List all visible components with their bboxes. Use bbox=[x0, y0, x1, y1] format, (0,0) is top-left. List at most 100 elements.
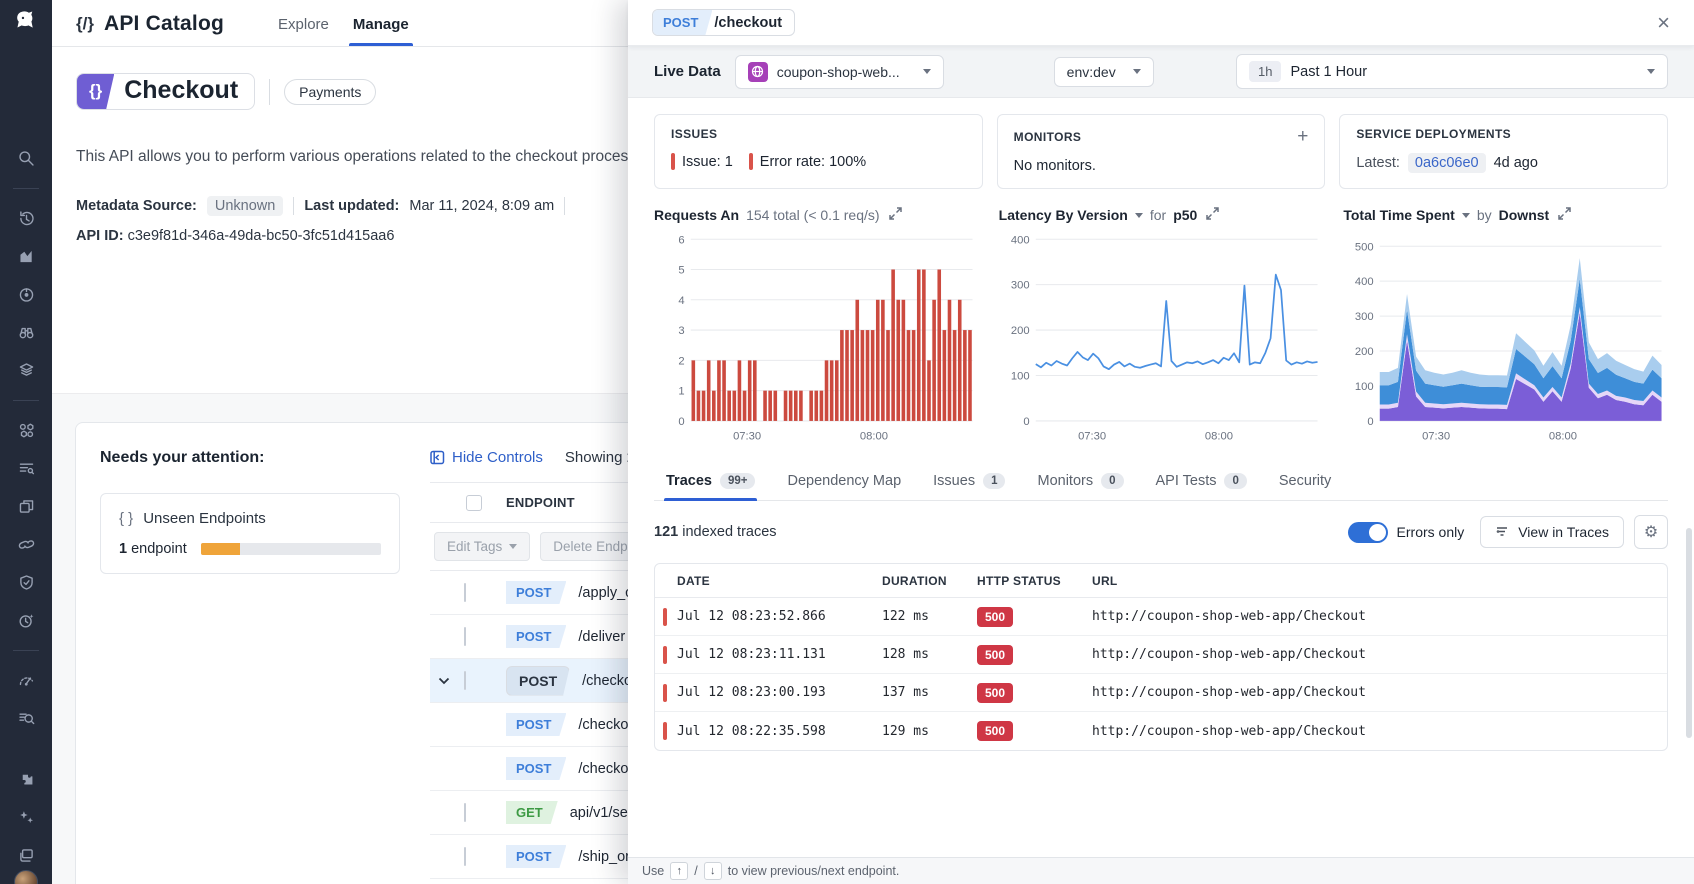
drawer-tab-issues[interactable]: Issues 1 bbox=[921, 464, 1017, 500]
service-catalog-icon bbox=[19, 423, 33, 438]
api-tag-payments[interactable]: Payments bbox=[284, 78, 377, 105]
datadog-logo[interactable] bbox=[8, 8, 44, 34]
user-avatar[interactable] bbox=[8, 870, 44, 884]
chart-title[interactable]: Requests An bbox=[654, 207, 739, 223]
sidebar-item-infrastructure[interactable] bbox=[8, 356, 44, 385]
close-icon[interactable]: × bbox=[1657, 11, 1670, 34]
sidebar-item-ai-sparkles[interactable] bbox=[8, 803, 44, 832]
error-indicator-bar bbox=[663, 722, 667, 741]
sidebar-item-service-catalog[interactable] bbox=[8, 416, 44, 445]
trace-column-http-status: HTTP STATUS bbox=[977, 573, 1061, 588]
endpoint-count: 1 endpoint bbox=[119, 541, 187, 557]
metadata-source-label: Metadata Source: bbox=[76, 197, 197, 214]
trace-row[interactable]: Jul 12 08:23:11.131 128 ms 500 http://coupo… bbox=[655, 636, 1667, 675]
chart-selector[interactable]: Downst bbox=[1499, 207, 1550, 223]
apm-target-icon bbox=[19, 288, 33, 302]
divider bbox=[293, 196, 295, 215]
row-checkbox[interactable] bbox=[464, 846, 466, 866]
row-checkbox[interactable] bbox=[464, 802, 466, 822]
trace-row[interactable]: Jul 12 08:23:00.193 137 ms 500 http://coupo… bbox=[655, 674, 1667, 713]
sidebar-item-trace-search[interactable] bbox=[8, 704, 44, 733]
chevron-expanded-icon[interactable] bbox=[430, 672, 464, 690]
issues-card-title: ISSUES bbox=[671, 127, 718, 141]
sidebar-item-windows[interactable] bbox=[8, 841, 44, 870]
add-monitor-button[interactable]: + bbox=[1297, 127, 1308, 146]
service-selector[interactable]: coupon-shop-web... bbox=[734, 54, 944, 89]
security-shield-icon bbox=[19, 575, 33, 590]
collapse-panel-icon bbox=[430, 450, 445, 465]
view-in-traces-button[interactable]: View in Traces bbox=[1480, 516, 1624, 549]
error-indicator-bar bbox=[663, 646, 667, 665]
svg-text:0: 0 bbox=[1368, 416, 1374, 428]
deployments-card-title: SERVICE DEPLOYMENTS bbox=[1356, 127, 1512, 141]
drawer-tab-security[interactable]: Security bbox=[1267, 464, 1343, 500]
row-checkbox[interactable] bbox=[464, 626, 466, 646]
trace-row[interactable]: Jul 12 08:22:35.598 129 ms 500 http://coupo… bbox=[655, 712, 1667, 750]
http-status-badge: 500 bbox=[977, 606, 1014, 627]
svg-text:500: 500 bbox=[1355, 241, 1374, 253]
method-badge-post: POST bbox=[506, 666, 570, 696]
row-checkbox[interactable] bbox=[464, 582, 466, 602]
filter-icon bbox=[1496, 527, 1508, 537]
drawer-body: ISSUES Issue: 1 Error rate: 100% MONITORS… bbox=[628, 98, 1694, 857]
sidebar-item-logs[interactable] bbox=[8, 454, 44, 483]
live-data-toolbar: Live Data coupon-shop-web... env:dev 1h … bbox=[628, 46, 1694, 98]
sidebar-item-integrations[interactable] bbox=[8, 530, 44, 559]
expand-icon[interactable] bbox=[1206, 207, 1220, 223]
hide-controls-button[interactable]: Hide Controls bbox=[430, 449, 543, 466]
commit-hash-link[interactable]: 0a6c06e0 bbox=[1407, 153, 1486, 173]
method-badge-post: POST bbox=[506, 845, 566, 868]
metrics-icon bbox=[19, 250, 32, 263]
sidebar-item-watchdog[interactable] bbox=[8, 318, 44, 347]
trace-column-date: DATE bbox=[677, 573, 710, 588]
issue-stat: Error rate: 100% bbox=[748, 153, 866, 170]
sidebar-item-metrics[interactable] bbox=[8, 242, 44, 271]
env-selector[interactable]: env:dev bbox=[1053, 56, 1154, 87]
unseen-endpoints-card[interactable]: { } Unseen Endpoints 1 endpoint bbox=[100, 493, 400, 574]
windows-icon bbox=[19, 849, 33, 862]
scrollbar-thumb[interactable] bbox=[1686, 528, 1692, 738]
settings-button[interactable]: ⚙ bbox=[1634, 515, 1668, 550]
svg-text:07:30: 07:30 bbox=[1422, 430, 1450, 442]
drawer-tab-dependency-map[interactable]: Dependency Map bbox=[775, 464, 913, 500]
sidebar-item-dashboards[interactable] bbox=[8, 492, 44, 521]
sidebar-item-history[interactable] bbox=[8, 204, 44, 233]
chevron-down-icon bbox=[1132, 69, 1141, 74]
search-icon bbox=[18, 151, 34, 166]
sidebar-item-gauge[interactable] bbox=[8, 666, 44, 695]
sidebar-item-search[interactable] bbox=[8, 144, 44, 173]
sidebar-item-apm-target[interactable] bbox=[8, 280, 44, 309]
arrow-up-key: ↑ bbox=[670, 862, 689, 880]
chart-selector[interactable]: p50 bbox=[1173, 207, 1197, 223]
edit-tags-button[interactable]: Edit Tags bbox=[434, 532, 531, 561]
svg-text:100: 100 bbox=[1011, 371, 1030, 383]
expand-icon[interactable] bbox=[1558, 207, 1571, 223]
chart-title[interactable]: Latency By Version bbox=[999, 207, 1128, 223]
infrastructure-icon bbox=[19, 363, 33, 376]
sidebar-item-security-shield[interactable] bbox=[8, 568, 44, 597]
expand-icon[interactable] bbox=[888, 207, 902, 223]
drawer-tab-monitors[interactable]: Monitors 0 bbox=[1025, 464, 1135, 500]
errors-only-toggle[interactable] bbox=[1347, 521, 1388, 543]
time-range-selector[interactable]: 1h Past 1 Hour bbox=[1236, 54, 1668, 89]
method-badge-post: POST bbox=[506, 581, 566, 604]
chart-title[interactable]: Total Time Spent bbox=[1343, 207, 1455, 223]
endpoint-detail-drawer: POST /checkout × Live Data coupon-shop-w… bbox=[628, 0, 1694, 884]
row-checkbox[interactable] bbox=[464, 670, 466, 690]
sidebar-item-plugins[interactable] bbox=[8, 765, 44, 794]
drawer-tab-api-tests[interactable]: API Tests 0 bbox=[1144, 464, 1259, 500]
select-all-checkbox[interactable] bbox=[466, 494, 482, 511]
svg-text:07:30: 07:30 bbox=[1078, 430, 1106, 442]
line-chart: 0 100 200 300 400 07:30 08:00 bbox=[1011, 234, 1318, 442]
error-indicator-bar bbox=[671, 153, 675, 170]
tab-explore[interactable]: Explore bbox=[266, 16, 341, 46]
sidebar-divider bbox=[13, 650, 39, 651]
synthetics-icon bbox=[19, 614, 33, 628]
method-badge-get: GET bbox=[506, 801, 558, 824]
trace-row[interactable]: Jul 12 08:23:52.866 122 ms 500 http://coupo… bbox=[655, 598, 1667, 637]
drawer-tab-traces[interactable]: Traces 99+ bbox=[654, 464, 767, 502]
sidebar-item-synthetics[interactable] bbox=[8, 606, 44, 635]
last-updated-label: Last updated: bbox=[304, 197, 400, 214]
tab-manage[interactable]: Manage bbox=[341, 16, 421, 46]
sidebar-divider bbox=[13, 188, 39, 189]
